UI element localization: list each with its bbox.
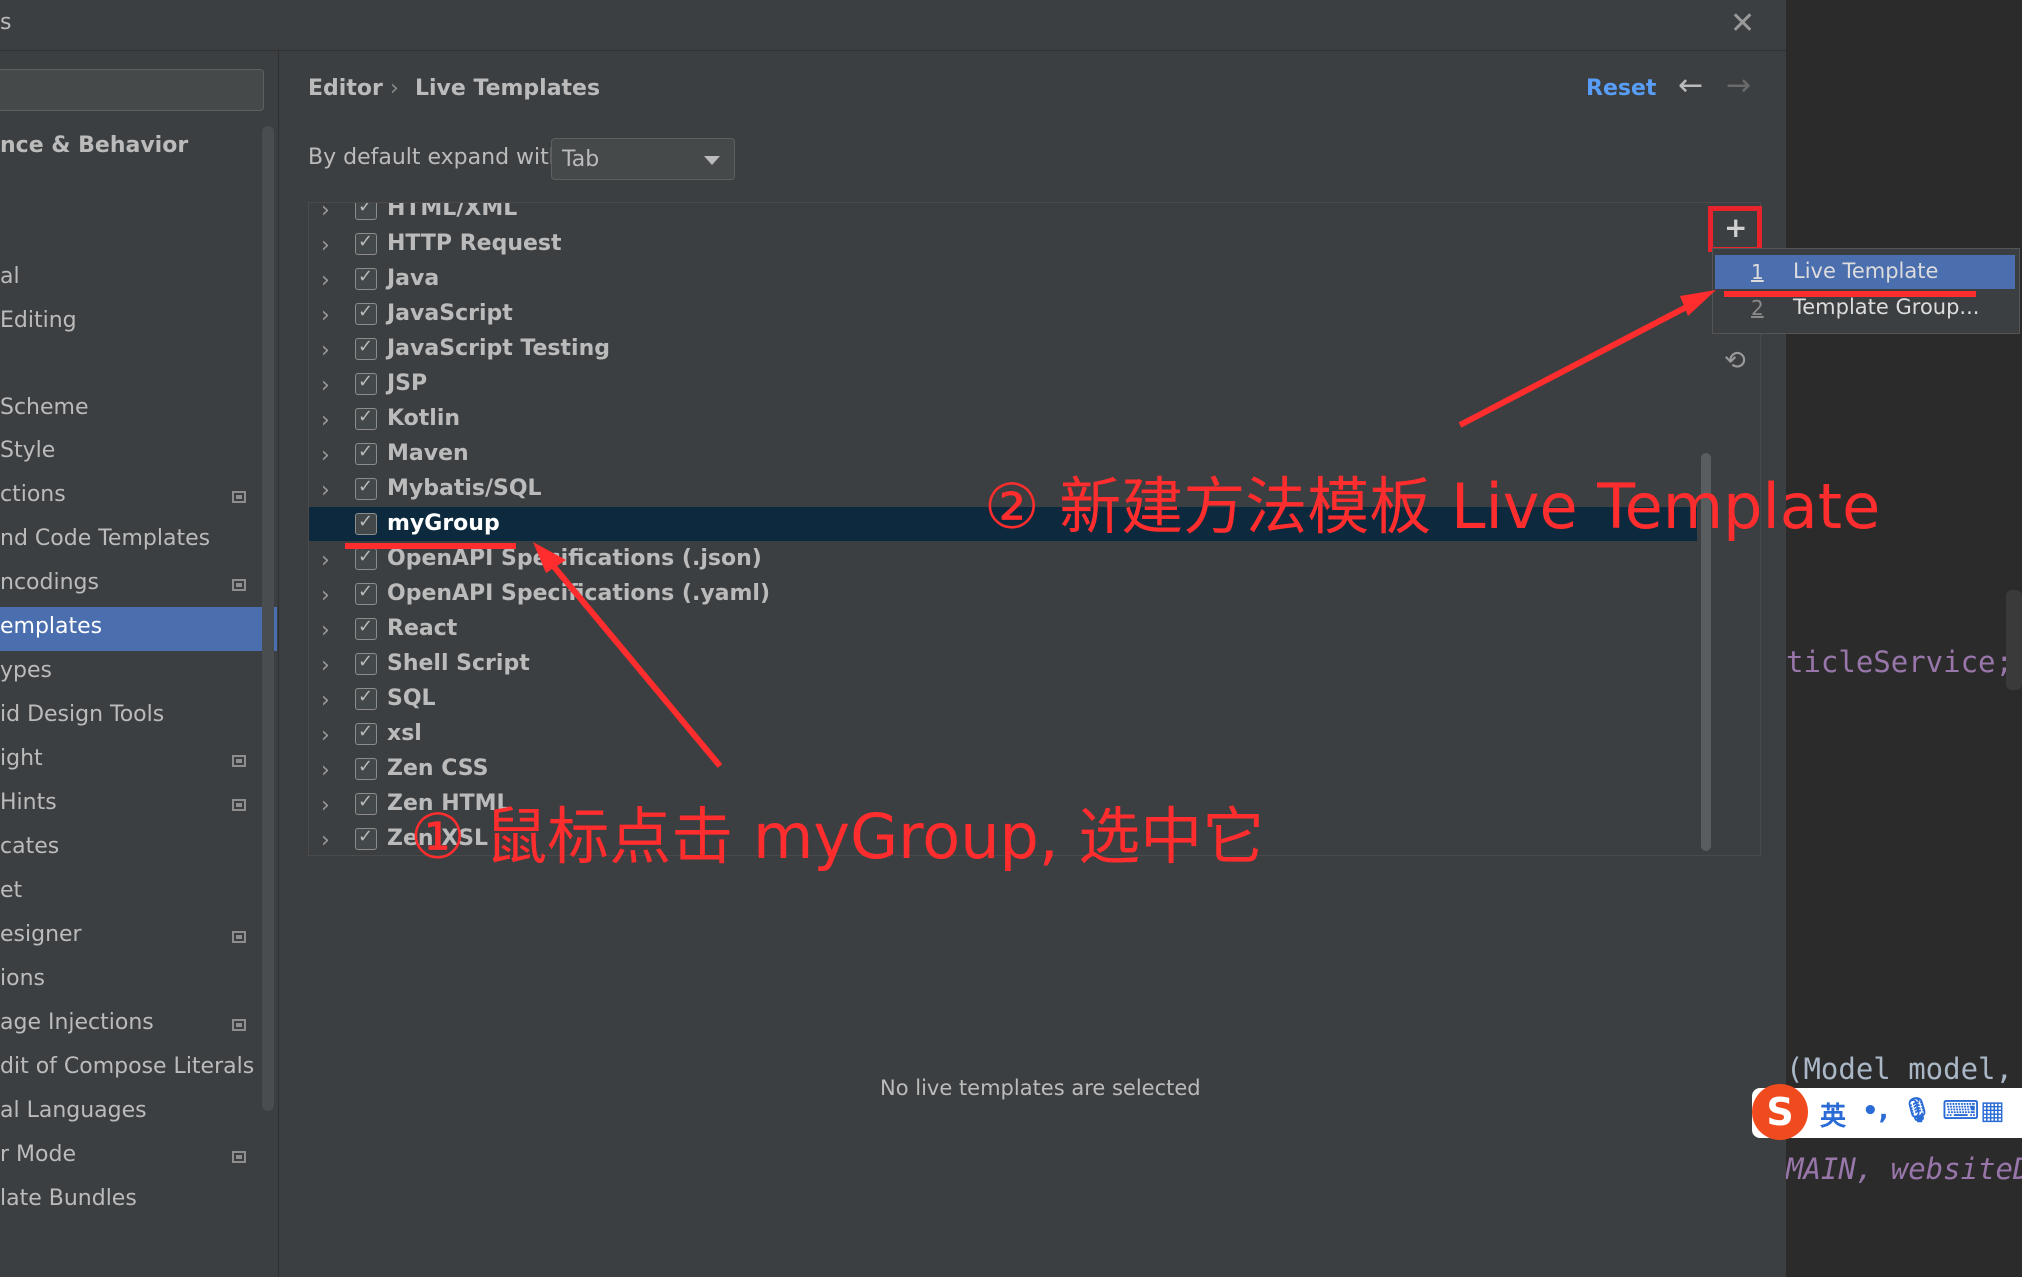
annotation-arrow-2 <box>1458 297 1702 428</box>
annotation-arrowhead-1 <box>533 542 566 573</box>
annotation-overlay <box>345 290 1976 768</box>
annotation-arrow-1 <box>542 554 723 768</box>
annotation-step-2: ② 新建方法模板 Live Template <box>984 470 1881 543</box>
annotation-arrowhead-2 <box>1680 290 1716 316</box>
annotation-step-1: ① 鼠标点击 myGroup, 选中它 <box>410 800 1265 873</box>
